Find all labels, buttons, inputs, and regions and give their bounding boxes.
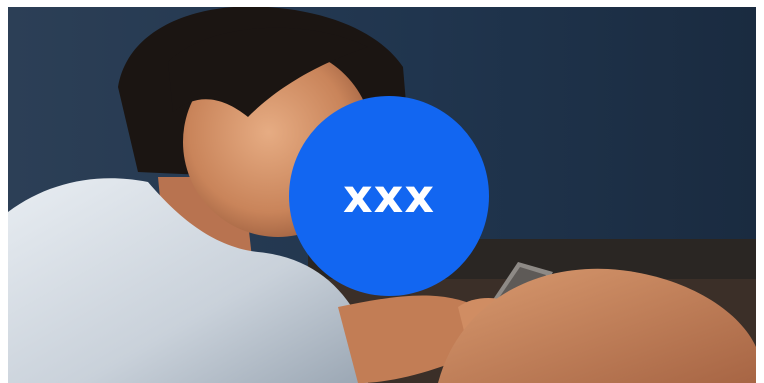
censor-badge: xxx — [289, 96, 489, 296]
photo-frame: xxx — [8, 7, 756, 383]
